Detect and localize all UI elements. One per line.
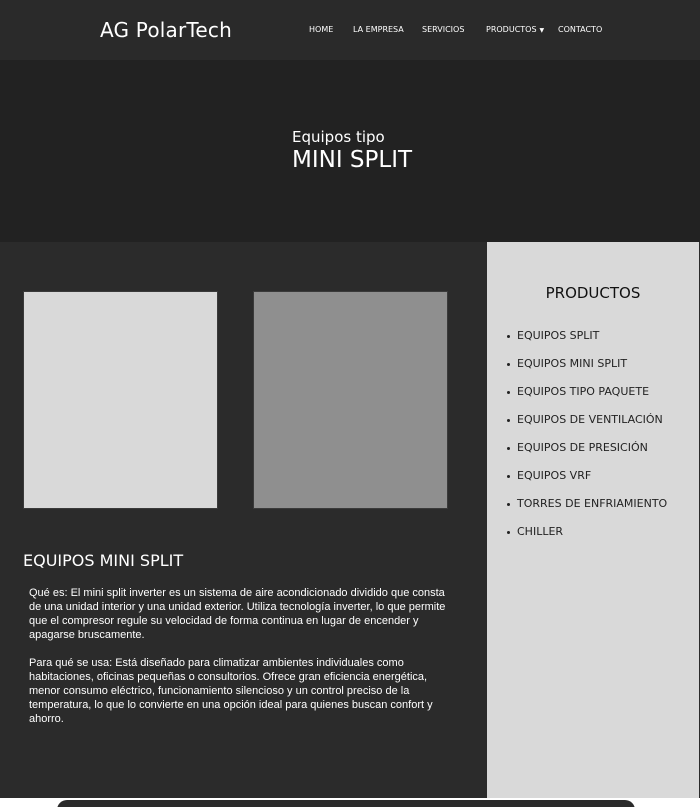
footer-bar — [57, 800, 635, 807]
sidebar-item-label: EQUIPOS DE PRESICIÓN — [517, 441, 648, 454]
sidebar-title: PRODUCTOS — [545, 284, 641, 302]
products-sidebar: PRODUCTOS EQUIPOS SPLIT EQUIPOS MINI SPL… — [487, 242, 699, 798]
hero-title: MINI SPLIT — [292, 147, 413, 173]
product-image-placeholder-1 — [23, 291, 218, 509]
brand-logo[interactable]: AG PolarTech — [100, 18, 232, 42]
sidebar-item-label: EQUIPOS TIPO PAQUETE — [517, 385, 650, 398]
bullet-icon — [507, 502, 510, 506]
bullet-icon — [507, 418, 510, 422]
product-image-placeholder-2 — [253, 291, 448, 509]
bullet-icon — [507, 334, 510, 338]
bullet-icon — [507, 446, 510, 450]
sidebar-item-equipos-vrf[interactable]: EQUIPOS VRF — [507, 469, 667, 497]
sidebar-item-equipos-split[interactable]: EQUIPOS SPLIT — [507, 329, 667, 357]
navbar: AG PolarTech HOME LA EMPRESA SERVICIOS P… — [0, 0, 700, 60]
nav-servicios[interactable]: SERVICIOS — [422, 25, 464, 34]
sidebar-item-label: EQUIPOS MINI SPLIT — [517, 357, 628, 370]
description-para-que: Para qué se usa: Está diseñado para clim… — [29, 657, 433, 725]
sidebar-item-equipos-mini-split[interactable]: EQUIPOS MINI SPLIT — [507, 357, 667, 385]
hero-subtitle: Equipos tipo — [292, 128, 385, 146]
sidebar-item-equipos-presicion[interactable]: EQUIPOS DE PRESICIÓN — [507, 441, 667, 469]
sidebar-item-label: TORRES DE ENFRIAMIENTO — [517, 497, 668, 510]
sidebar-item-chiller[interactable]: CHILLER — [507, 525, 667, 553]
products-list: EQUIPOS SPLIT EQUIPOS MINI SPLIT EQUIPOS… — [507, 329, 667, 553]
nav-productos-dropdown[interactable]: PRODUCTOS ▼ — [486, 25, 544, 34]
sidebar-item-label: EQUIPOS VRF — [517, 469, 592, 482]
sidebar-item-label: EQUIPOS DE VENTILACIÓN — [517, 413, 663, 426]
sidebar-item-equipos-ventilacion[interactable]: EQUIPOS DE VENTILACIÓN — [507, 413, 667, 441]
hero-banner: Equipos tipo MINI SPLIT — [0, 60, 700, 242]
nav-home[interactable]: HOME — [309, 25, 333, 34]
sidebar-item-label: EQUIPOS SPLIT — [517, 329, 600, 342]
sidebar-item-equipos-tipo-paquete[interactable]: EQUIPOS TIPO PAQUETE — [507, 385, 667, 413]
nav-contacto[interactable]: CONTACTO — [558, 25, 602, 34]
nav-productos-label: PRODUCTOS — [486, 25, 537, 34]
bullet-icon — [507, 474, 510, 478]
caret-down-icon: ▼ — [539, 27, 545, 34]
bullet-icon — [507, 390, 510, 394]
main-content: EQUIPOS MINI SPLIT Qué es: El mini split… — [0, 242, 487, 798]
description-que-es: Qué es: El mini split inverter es un sis… — [29, 587, 446, 641]
sidebar-item-label: CHILLER — [517, 525, 564, 538]
bullet-icon — [507, 362, 510, 366]
nav-la-empresa[interactable]: LA EMPRESA — [353, 25, 404, 34]
sidebar-item-torres-enfriamiento[interactable]: TORRES DE ENFRIAMIENTO — [507, 497, 667, 525]
section-title: EQUIPOS MINI SPLIT — [23, 551, 184, 570]
bullet-icon — [507, 530, 510, 534]
